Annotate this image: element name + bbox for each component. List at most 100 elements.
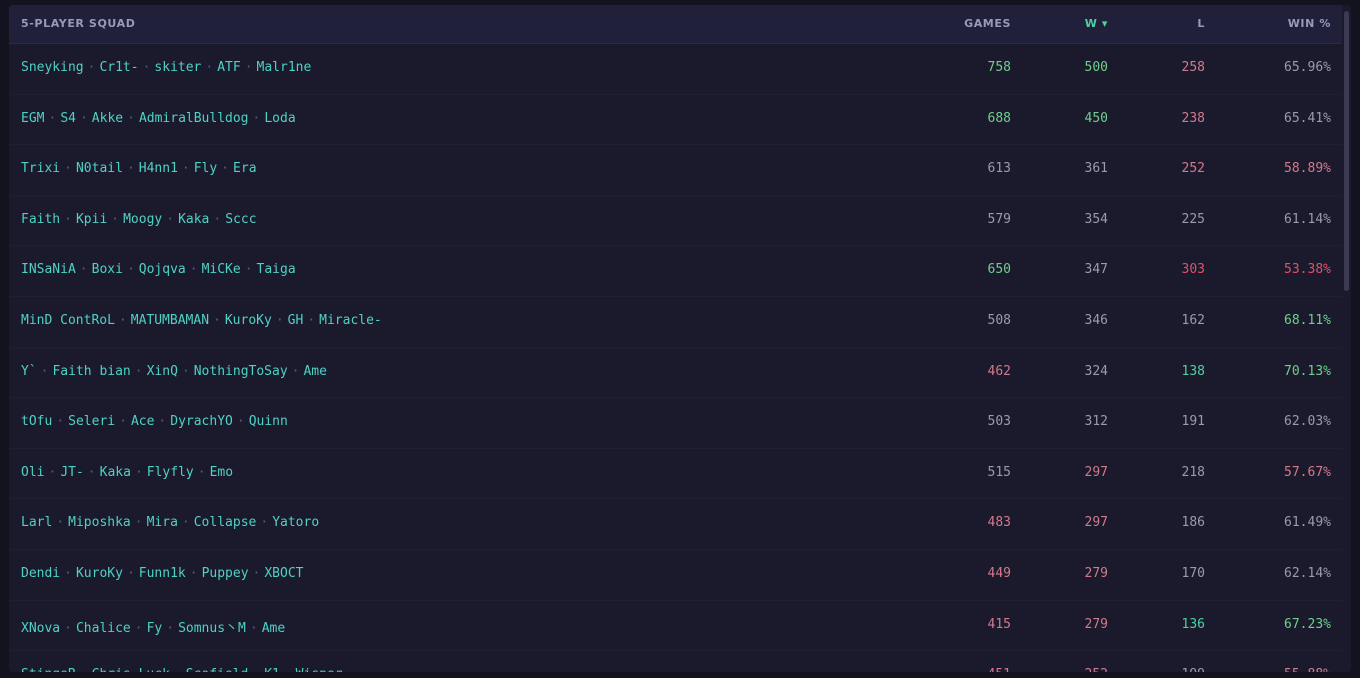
column-header-squad[interactable]: 5-PLAYER SQUAD xyxy=(21,17,135,30)
player-name[interactable]: Ace xyxy=(131,414,154,429)
player-separator: · xyxy=(126,161,135,177)
losses-count: 218 xyxy=(1181,464,1205,480)
table-row[interactable]: StingeR·Chris Luck·Scofield·K1·Wisper451… xyxy=(9,651,1342,672)
player-name[interactable]: Era xyxy=(233,161,256,176)
player-name[interactable]: Collapse xyxy=(194,515,257,530)
column-header-games[interactable]: GAMES xyxy=(964,17,1011,30)
player-name[interactable]: Cr1t- xyxy=(99,60,138,75)
player-name[interactable]: Miposhka xyxy=(68,515,131,530)
wins-count: 312 xyxy=(1084,414,1108,430)
player-name[interactable]: Flyfly xyxy=(147,465,194,480)
player-name[interactable]: MATUMBAMAN xyxy=(131,313,209,328)
player-name[interactable]: JT- xyxy=(60,465,83,480)
player-name[interactable]: AdmiralBulldog xyxy=(139,111,249,126)
player-separator: · xyxy=(64,161,72,177)
player-name[interactable]: Sneyking xyxy=(21,60,84,75)
player-name[interactable]: Ame xyxy=(303,364,326,379)
player-name[interactable]: Trixi xyxy=(21,161,60,176)
player-name[interactable]: Puppey xyxy=(202,566,249,581)
player-name[interactable]: DyrachYO xyxy=(170,414,233,429)
squad-players: INSaNiA · Boxi · Qojqva · MiCKe · Taiga xyxy=(21,262,296,277)
player-name[interactable]: Moogy xyxy=(123,212,162,227)
wins-count: 297 xyxy=(1084,464,1108,480)
player-separator: · xyxy=(260,515,269,531)
table-row[interactable]: Y` · Faith bian · XinQ · NothingToSay · Ame 462 32… xyxy=(9,348,1342,399)
player-name[interactable]: Y` xyxy=(21,364,37,379)
player-name[interactable]: Loda xyxy=(264,111,295,126)
player-name[interactable]: INSaNiA xyxy=(21,262,76,277)
player-separator: · xyxy=(249,620,258,636)
player-name[interactable]: Boxi xyxy=(92,262,123,277)
player-name[interactable]: MiCKe xyxy=(202,262,241,277)
player-name[interactable]: Taiga xyxy=(257,262,296,277)
player-name[interactable]: Quinn xyxy=(249,414,288,429)
player-name[interactable]: XBOCT xyxy=(264,566,303,581)
player-name[interactable]: Larl xyxy=(21,515,52,530)
player-name[interactable]: S4 xyxy=(60,111,76,126)
player-name[interactable]: Emo xyxy=(210,465,233,480)
table-row[interactable]: Trixi · N0tail · H4nn1 · Fly · Era 613 361 252 58.89… xyxy=(9,145,1342,196)
player-name[interactable]: Scofield xyxy=(186,667,249,672)
player-name[interactable]: tOfu xyxy=(21,414,52,429)
player-name[interactable]: Oli xyxy=(21,465,44,480)
player-name[interactable]: Chris Luck xyxy=(92,667,170,672)
player-name[interactable]: ATF xyxy=(217,60,240,75)
wins-count: 347 xyxy=(1084,262,1108,278)
player-separator: · xyxy=(64,211,72,227)
player-separator: · xyxy=(134,515,143,531)
player-name[interactable]: Yatoro xyxy=(272,515,319,530)
games-count: 415 xyxy=(987,616,1011,632)
table-row[interactable]: Larl · Miposhka · Mira · Collapse · Yatoro 483 297… xyxy=(9,499,1342,550)
table-row[interactable]: tOfu · Seleri · Ace · DyrachYO · Quinn 503 312 191 6… xyxy=(9,398,1342,449)
column-header-wins-sorted[interactable]: W ▾ xyxy=(1085,17,1108,30)
win-rate: 67.23% xyxy=(1284,616,1331,632)
player-name[interactable]: Wisper xyxy=(296,667,343,672)
player-name[interactable]: Kaka xyxy=(100,465,131,480)
player-name[interactable]: Sccc xyxy=(225,212,256,227)
player-name[interactable]: Chalice xyxy=(76,621,131,636)
player-name[interactable]: Fly xyxy=(194,161,217,176)
player-name[interactable]: H4nn1 xyxy=(139,161,178,176)
player-name[interactable]: XinQ xyxy=(147,364,178,379)
table-row[interactable]: Dendi · KuroKy · Funn1k · Puppey · XBOCT 449 279 17… xyxy=(9,550,1342,601)
table-row[interactable]: XNova · Chalice · Fy · Somnus丶M · Ame 415 279 136 67… xyxy=(9,601,1342,652)
player-name[interactable]: Somnus丶M xyxy=(178,621,246,636)
player-name[interactable]: Malr1ne xyxy=(257,60,312,75)
player-name[interactable]: GH xyxy=(288,313,304,328)
player-name[interactable]: skiter xyxy=(154,60,201,75)
player-name[interactable]: KuroKy xyxy=(225,313,272,328)
table-row[interactable]: MinD ContRoL · MATUMBAMAN · KuroKy · GH · Miracl… xyxy=(9,297,1342,348)
column-header-win-rate[interactable]: WIN % xyxy=(1288,17,1331,30)
player-name[interactable]: K1 xyxy=(264,667,280,672)
player-name[interactable]: NothingToSay xyxy=(194,364,288,379)
table-row[interactable]: Sneyking · Cr1t- · skiter · ATF · Malr1ne 758 500 2… xyxy=(9,44,1342,95)
table-row[interactable]: Faith · Kpii · Moogy · Kaka · Sccc 579 354 225 61.14… xyxy=(9,196,1342,247)
player-name[interactable]: Fy xyxy=(147,621,163,636)
player-name[interactable]: N0tail xyxy=(76,161,123,176)
player-name[interactable]: MinD ContRoL xyxy=(21,313,115,328)
player-name[interactable]: Faith bian xyxy=(52,364,130,379)
player-name[interactable]: Kaka xyxy=(178,212,209,227)
player-name[interactable]: Ame xyxy=(262,621,285,636)
player-name[interactable]: Akke xyxy=(92,111,123,126)
squad-players: Larl · Miposhka · Mira · Collapse · Yatoro xyxy=(21,515,319,530)
player-name[interactable]: Faith xyxy=(21,212,60,227)
table-row[interactable]: INSaNiA · Boxi · Qojqva · MiCKe · Taiga 650 347 303… xyxy=(9,246,1342,297)
player-name[interactable]: XNova xyxy=(21,621,60,636)
player-name[interactable]: Mira xyxy=(147,515,178,530)
player-name[interactable]: Kpii xyxy=(76,212,107,227)
player-name[interactable]: Seleri xyxy=(68,414,115,429)
player-name[interactable]: EGM xyxy=(21,111,44,126)
player-name[interactable]: Miracle- xyxy=(319,313,382,328)
player-separator: · xyxy=(56,414,65,430)
table-row[interactable]: Oli · JT- · Kaka · Flyfly · Emo 515 297 218 57.67% xyxy=(9,449,1342,500)
player-name[interactable]: KuroKy xyxy=(76,566,123,581)
player-name[interactable]: Funn1k xyxy=(139,566,186,581)
player-name[interactable]: Dendi xyxy=(21,566,60,581)
table-row[interactable]: EGM · S4 · Akke · AdmiralBulldog · Loda 688 450 238… xyxy=(9,95,1342,146)
scrollbar-thumb[interactable] xyxy=(1344,11,1349,291)
player-separator: · xyxy=(252,565,261,581)
column-header-losses[interactable]: L xyxy=(1197,17,1205,30)
player-name[interactable]: StingeR xyxy=(21,667,76,672)
player-name[interactable]: Qojqva xyxy=(139,262,186,277)
